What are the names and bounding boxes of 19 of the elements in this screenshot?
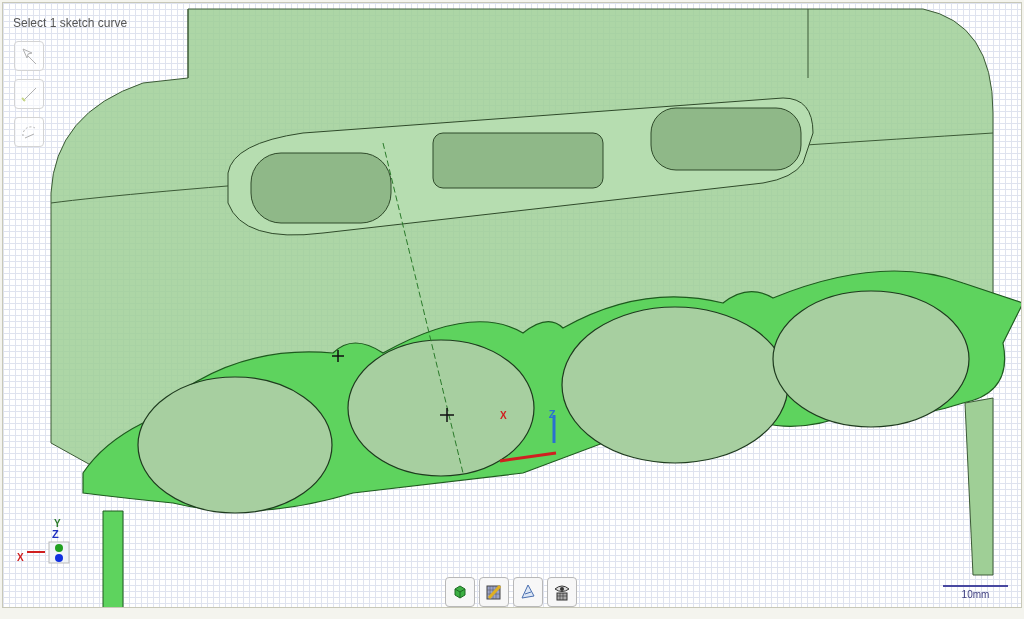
plane-icon	[519, 583, 537, 601]
view-cube-icon	[27, 538, 73, 564]
axis-label: X	[17, 551, 24, 565]
pencil-grid-icon	[485, 583, 503, 601]
toolbar-button[interactable]	[445, 577, 475, 607]
pointer-line-icon	[19, 46, 39, 66]
view-cube-gizmo[interactable]: Y Z X	[17, 516, 77, 566]
tool-button[interactable]	[14, 41, 44, 71]
eye-grid-icon	[553, 583, 571, 601]
cube-icon	[452, 584, 468, 600]
scale-bar	[943, 585, 1008, 587]
axis-label: X	[500, 408, 507, 423]
scale-label: 10mm	[961, 588, 990, 602]
toolbar-button[interactable]	[513, 577, 543, 607]
axis-label: Y	[54, 517, 61, 530]
prompt-text: Select 1 sketch curve	[13, 15, 128, 32]
toolbar-button[interactable]	[479, 577, 509, 607]
axis-label: Z	[52, 527, 59, 542]
toolbar-button[interactable]	[547, 577, 577, 607]
